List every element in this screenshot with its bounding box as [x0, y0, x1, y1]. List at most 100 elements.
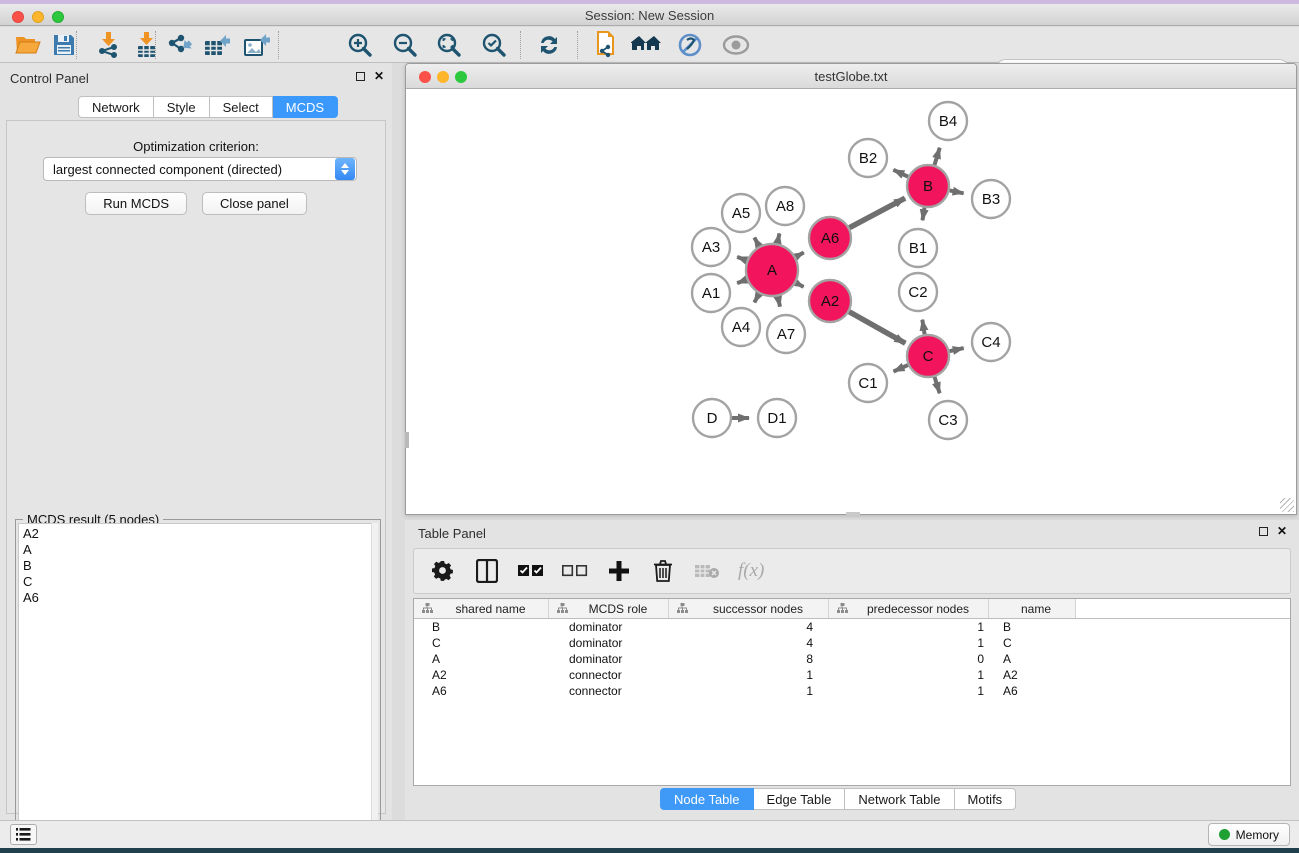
delete-column-icon[interactable]	[650, 558, 676, 584]
edge-A-A7[interactable]	[778, 296, 780, 306]
edge-A-A2[interactable]	[796, 283, 804, 287]
table-row[interactable]: Adominator80A	[414, 651, 1290, 667]
table-row[interactable]: A6connector11A6	[414, 683, 1290, 699]
tab-node-table[interactable]: Node Table	[660, 788, 754, 810]
node-C1[interactable]: C1	[849, 364, 887, 402]
result-list-item[interactable]: A	[23, 542, 372, 558]
node-A3[interactable]: A3	[692, 228, 730, 266]
node-B2[interactable]: B2	[849, 139, 887, 177]
node-C4[interactable]: C4	[972, 323, 1010, 361]
result-list-scrollbar[interactable]	[371, 523, 378, 853]
mcds-result-list[interactable]: A2ABCA6	[18, 523, 373, 853]
export-table-icon[interactable]	[202, 30, 234, 60]
node-A6[interactable]: A6	[809, 217, 851, 259]
network-window-titlebar[interactable]: testGlobe.txt	[406, 64, 1296, 89]
node-C3[interactable]: C3	[929, 401, 967, 439]
edge-A2-C[interactable]	[849, 312, 905, 344]
edge-C-C2[interactable]	[922, 320, 924, 335]
select-all-columns-icon[interactable]	[518, 558, 544, 584]
deselect-all-columns-icon[interactable]	[562, 558, 588, 584]
tab-mcds[interactable]: MCDS	[273, 96, 338, 118]
zoom-out-icon[interactable]	[389, 30, 421, 60]
result-list-item[interactable]: A2	[23, 526, 372, 542]
network-graph[interactable]: B4 B2 B B3 A8A5 A6 B1 A3 A C2 A1 A2 A4A7 C4 C C1 D D1 C3	[406, 89, 1296, 514]
edge-B-B2[interactable]	[893, 170, 908, 177]
edge-A6-B[interactable]	[849, 198, 905, 228]
window-resize-grip[interactable]	[1280, 498, 1294, 512]
edge-A-A1[interactable]	[737, 280, 747, 284]
edge-A-A8[interactable]	[777, 233, 779, 243]
column-view-icon[interactable]	[474, 558, 500, 584]
column-header-successor-nodes[interactable]: successor nodes	[669, 599, 829, 618]
node-B4[interactable]: B4	[929, 102, 967, 140]
open-file-icon[interactable]	[12, 30, 44, 60]
zoom-in-icon[interactable]	[344, 30, 376, 60]
edge-B-B3[interactable]	[950, 190, 964, 193]
node-table[interactable]: shared nameMCDS rolesuccessor nodesprede…	[413, 598, 1291, 786]
float-panel-icon[interactable]	[356, 72, 365, 81]
edge-C-C1[interactable]	[894, 365, 908, 371]
node-C[interactable]: C	[907, 335, 949, 377]
zoom-fit-icon[interactable]	[433, 30, 465, 60]
close-panel-icon[interactable]: ✕	[374, 72, 384, 81]
splitter-handle-left[interactable]	[405, 432, 409, 448]
gear-icon[interactable]	[430, 558, 456, 584]
function-builder-icon[interactable]: f(x)	[738, 560, 764, 582]
delete-table-icon[interactable]	[694, 558, 720, 584]
close-panel-button[interactable]: Close panel	[202, 192, 307, 215]
import-table-icon[interactable]	[130, 30, 162, 60]
node-A1[interactable]: A1	[692, 274, 730, 312]
result-list-item[interactable]: B	[23, 558, 372, 574]
node-A2[interactable]: A2	[809, 280, 851, 322]
new-network-from-selection-icon[interactable]	[589, 30, 621, 60]
edge-B-B1[interactable]	[922, 208, 924, 221]
node-B3[interactable]: B3	[972, 180, 1010, 218]
refresh-icon[interactable]	[533, 30, 565, 60]
node-A7[interactable]: A7	[767, 315, 805, 353]
node-A[interactable]: A	[746, 244, 798, 296]
add-column-icon[interactable]	[606, 558, 632, 584]
edge-B-B4[interactable]	[934, 148, 939, 165]
node-C2[interactable]: C2	[899, 273, 937, 311]
column-header-MCDS-role[interactable]: MCDS role	[549, 599, 669, 618]
import-network-icon[interactable]	[92, 30, 124, 60]
node-D[interactable]: D	[693, 399, 731, 437]
column-header-name[interactable]: name	[989, 599, 1076, 618]
memory-button[interactable]: Memory	[1208, 823, 1290, 846]
result-list-item[interactable]: A6	[23, 590, 372, 606]
eye-icon[interactable]	[720, 30, 752, 60]
node-D1[interactable]: D1	[758, 399, 796, 437]
column-header-predecessor-nodes[interactable]: predecessor nodes	[829, 599, 989, 618]
result-list-item[interactable]: C	[23, 574, 372, 590]
tab-select[interactable]: Select	[210, 96, 273, 118]
edge-A-A5[interactable]	[754, 238, 759, 247]
tab-edge-table[interactable]: Edge Table	[754, 788, 846, 810]
table-row[interactable]: Cdominator41C	[414, 635, 1290, 651]
edge-A-A6[interactable]	[796, 252, 804, 256]
node-A5[interactable]: A5	[722, 194, 760, 232]
edge-A-A3[interactable]	[737, 257, 747, 261]
optimization-criterion-select[interactable]: largest connected component (directed)	[43, 157, 357, 181]
edge-C-C3[interactable]	[935, 377, 940, 393]
column-header-shared-name[interactable]: shared name	[414, 599, 549, 618]
export-network-icon[interactable]	[163, 30, 195, 60]
node-A8[interactable]: A8	[766, 187, 804, 225]
node-B1[interactable]: B1	[899, 229, 937, 267]
tab-network[interactable]: Network	[78, 96, 154, 118]
tab-network-table[interactable]: Network Table	[845, 788, 954, 810]
table-row[interactable]: Bdominator41B	[414, 619, 1290, 635]
tab-motifs[interactable]: Motifs	[955, 788, 1017, 810]
home-layout-icon[interactable]	[631, 30, 663, 60]
export-image-icon[interactable]	[242, 30, 274, 60]
node-A4[interactable]: A4	[722, 308, 760, 346]
node-B[interactable]: B	[907, 165, 949, 207]
edge-A-A4[interactable]	[754, 294, 759, 303]
splitter-handle-bottom[interactable]	[846, 512, 860, 517]
edge-C-C4[interactable]	[949, 348, 963, 351]
table-row[interactable]: A2connector11A2	[414, 667, 1290, 683]
network-canvas[interactable]: B4 B2 B B3 A8A5 A6 B1 A3 A C2 A1 A2 A4A7 C4 C C1 D D1 C3	[406, 89, 1296, 514]
close-table-panel-icon[interactable]: ✕	[1277, 527, 1287, 536]
float-table-panel-icon[interactable]	[1259, 527, 1268, 536]
tab-style[interactable]: Style	[154, 96, 210, 118]
task-history-button[interactable]	[10, 824, 37, 845]
